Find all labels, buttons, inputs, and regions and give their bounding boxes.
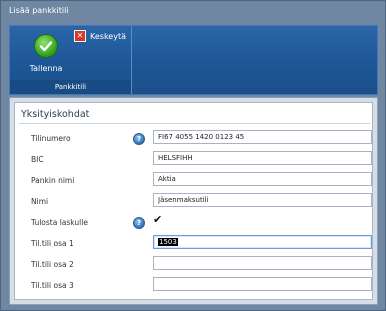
account-part-1-label: Til.tili osa 1: [31, 239, 74, 248]
close-icon: ✕: [74, 30, 86, 42]
help-icon[interactable]: ?: [133, 133, 145, 145]
name-label: Nimi: [31, 197, 49, 206]
form-row-name: Nimi: [23, 193, 373, 213]
form-row-bic: BIC: [23, 151, 373, 171]
selected-text: 1503: [158, 238, 178, 246]
name-field[interactable]: [153, 193, 372, 207]
save-button-label: Tallenna: [29, 64, 63, 73]
account-part-1-field[interactable]: 1503: [153, 235, 372, 249]
form-row-account-part-2: Til.tili osa 2: [23, 256, 373, 276]
account-part-2-label: Til.tili osa 2: [31, 260, 74, 269]
help-icon[interactable]: ?: [133, 217, 145, 229]
details-panel-body: Yksityiskohdat Tilinumero ? BIC Pankin n…: [14, 102, 373, 300]
account-number-field[interactable]: [153, 130, 372, 144]
print-on-invoice-checkbox[interactable]: ✔: [153, 214, 165, 226]
cancel-button-label: Keskeytä: [90, 31, 126, 41]
print-on-invoice-label: Tulosta laskulle: [31, 218, 88, 227]
add-bank-account-dialog: Lisää pankkitili Tallenna ✕ Keskeytä Pan…: [0, 0, 386, 311]
ribbon-group-label: Pankkitili: [10, 80, 131, 94]
account-part-3-label: Til.tili osa 3: [31, 281, 74, 290]
dialog-title: Lisää pankkitili: [9, 6, 69, 15]
form-row-bank-name: Pankin nimi: [23, 172, 373, 192]
save-button[interactable]: Tallenna: [16, 32, 76, 78]
cancel-button[interactable]: ✕ Keskeytä: [74, 30, 126, 42]
bank-name-field[interactable]: [153, 172, 372, 186]
bic-field[interactable]: [153, 151, 372, 165]
section-title: Yksityiskohdat: [19, 107, 370, 124]
ribbon-toolbar: Tallenna ✕ Keskeytä Pankkitili: [9, 25, 378, 95]
account-number-label: Tilinumero: [31, 134, 71, 143]
bank-name-label: Pankin nimi: [31, 176, 75, 185]
details-panel: Yksityiskohdat Tilinumero ? BIC Pankin n…: [9, 97, 378, 305]
form-row-account-number: Tilinumero ?: [23, 130, 373, 150]
account-part-2-field[interactable]: [153, 256, 372, 270]
form-row-print-on-invoice: Tulosta laskulle ? ✔: [23, 214, 373, 234]
account-part-3-field[interactable]: [153, 277, 372, 291]
checkmark-icon: [34, 34, 58, 58]
form-row-account-part-1: Til.tili osa 1 1503: [23, 235, 373, 255]
bic-label: BIC: [31, 155, 44, 164]
ribbon-group-bank-account: Tallenna ✕ Keskeytä Pankkitili: [10, 26, 132, 94]
form-row-account-part-3: Til.tili osa 3: [23, 277, 373, 297]
